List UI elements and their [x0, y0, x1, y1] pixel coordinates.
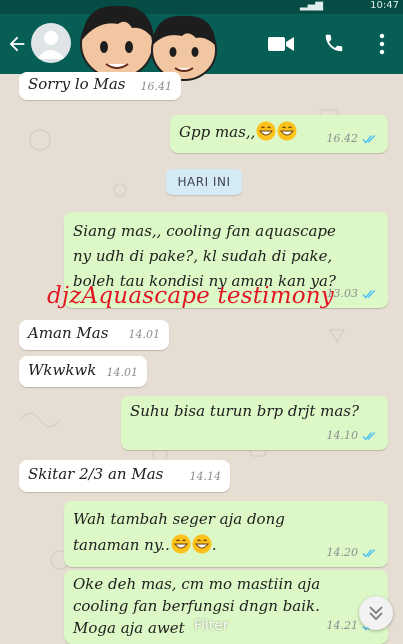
grin-emoji-icon [277, 121, 297, 141]
grin-emoji-icon [192, 534, 212, 554]
message-time: 16.42 [326, 132, 359, 145]
message-text-line: ny udh di pake?, kl sudah di pake, [73, 247, 333, 265]
avatar[interactable] [31, 23, 71, 63]
message-text-line: Oke deh mas, cm mo mastiin aja [73, 575, 321, 593]
message-text-line: Siang mas,, cooling fan aquascape [73, 222, 336, 240]
message-time: 14.10 [326, 429, 359, 442]
message-time: 14.21 [326, 619, 359, 632]
message-text-line: Wah tambah seger aja dong [73, 510, 285, 528]
message-incoming[interactable]: Wkwkwk 14.01 [19, 356, 147, 387]
message-time: 14.14 [189, 470, 222, 483]
message-time: 16.41 [140, 80, 173, 93]
read-ticks-icon [362, 134, 376, 144]
more-vert-icon[interactable] [378, 33, 386, 55]
message-text: Gpp mas,, [179, 123, 256, 141]
message-outgoing[interactable]: Suhu bisa turun brp drjt mas? 14.10 [121, 396, 388, 450]
status-time: 10:47 [370, 0, 399, 11]
video-call-icon[interactable] [268, 35, 294, 53]
filter-toast: Filter [194, 618, 229, 634]
signal-icon: ▂▄▆ [299, 0, 323, 11]
message-time: 14.01 [106, 366, 139, 379]
chat-header [0, 5, 403, 81]
chat-area[interactable]: Sorry lo Mas 16.41 Gpp mas,, 16.42 HARI … [0, 72, 403, 644]
message-outgoing[interactable]: Gpp mas,, 16.42 [170, 115, 388, 153]
message-incoming[interactable]: Skitar 2/3 an Mas 14.14 [19, 460, 230, 492]
message-time: 14.01 [128, 328, 161, 341]
message-text: Suhu bisa turun brp drjt mas? [130, 402, 360, 420]
double-chevron-down-icon [369, 606, 383, 621]
read-ticks-icon [362, 431, 376, 441]
back-arrow-icon[interactable] [6, 33, 28, 55]
grin-emoji-icon [256, 121, 276, 141]
message-outgoing[interactable]: Wah tambah seger aja dong tanaman ny... … [64, 501, 388, 567]
scroll-to-bottom-button[interactable] [359, 596, 393, 630]
message-incoming[interactable]: Sorry lo Mas 16.41 [19, 72, 181, 100]
message-text-line: tanaman ny.. [73, 536, 170, 554]
default-avatar-icon [37, 31, 65, 59]
message-time: 14.20 [326, 546, 359, 559]
message-incoming[interactable]: Aman Mas 14.01 [19, 320, 169, 350]
grin-emoji-icon [171, 534, 191, 554]
read-ticks-icon [362, 548, 376, 558]
phone-icon[interactable] [323, 32, 345, 54]
date-divider: HARI INI [166, 169, 242, 195]
watermark-text: djzAquascape testimony [47, 283, 334, 309]
kids-sticker-icon [80, 5, 217, 81]
